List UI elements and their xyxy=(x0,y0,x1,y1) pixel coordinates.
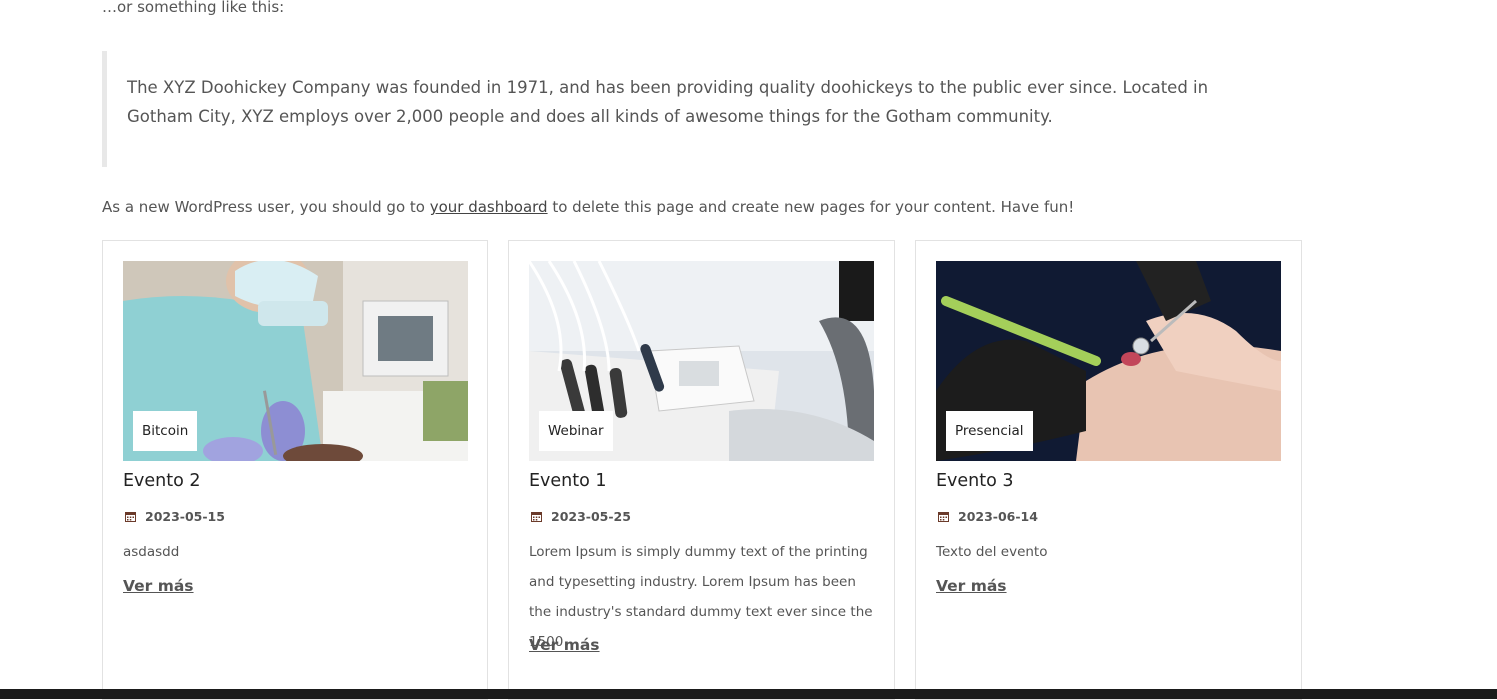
note-text-after: to delete this page and create new pages… xyxy=(547,198,1075,216)
event-date-text: 2023-05-15 xyxy=(145,509,225,524)
calendar-icon xyxy=(938,511,949,522)
event-title[interactable]: Evento 2 xyxy=(123,471,201,491)
footer-bar xyxy=(0,689,1497,699)
event-description: asdasdd xyxy=(123,544,180,560)
event-image[interactable]: Presencial xyxy=(936,261,1281,461)
ver-mas-link[interactable]: Ver más xyxy=(123,577,194,595)
quote-text: The XYZ Doohickey Company was founded in… xyxy=(127,78,1209,126)
event-category-badge: Presencial xyxy=(946,411,1033,451)
event-card: Presencial Evento 3 2023-06-14 Texto del… xyxy=(915,240,1302,700)
event-title[interactable]: Evento 3 xyxy=(936,471,1014,491)
event-date: 2023-06-14 xyxy=(938,509,1038,524)
event-image[interactable]: Webinar xyxy=(529,261,874,461)
dashboard-note: As a new WordPress user, you should go t… xyxy=(102,198,1074,216)
event-card: Bitcoin Evento 2 2023-05-15 asdasdd Ver … xyxy=(102,240,488,700)
calendar-icon xyxy=(125,511,136,522)
event-date-text: 2023-06-14 xyxy=(958,509,1038,524)
event-image[interactable]: Bitcoin xyxy=(123,261,468,461)
intro-text: …or something like this: xyxy=(102,0,285,16)
calendar-icon xyxy=(531,511,542,522)
event-date: 2023-05-25 xyxy=(531,509,631,524)
quote-block: The XYZ Doohickey Company was founded in… xyxy=(102,51,1262,167)
event-category-badge: Webinar xyxy=(539,411,613,451)
event-description: Texto del evento xyxy=(936,544,1048,560)
ver-mas-link[interactable]: Ver más xyxy=(936,577,1007,595)
ver-mas-link[interactable]: Ver más xyxy=(529,636,600,654)
note-text-before: As a new WordPress user, you should go t… xyxy=(102,198,430,216)
event-date-text: 2023-05-25 xyxy=(551,509,631,524)
event-card: Webinar Evento 1 2023-05-25 Lorem Ipsum … xyxy=(508,240,895,700)
event-category-badge: Bitcoin xyxy=(133,411,198,451)
event-date: 2023-05-15 xyxy=(125,509,225,524)
event-title[interactable]: Evento 1 xyxy=(529,471,607,491)
dashboard-link[interactable]: your dashboard xyxy=(430,198,548,216)
